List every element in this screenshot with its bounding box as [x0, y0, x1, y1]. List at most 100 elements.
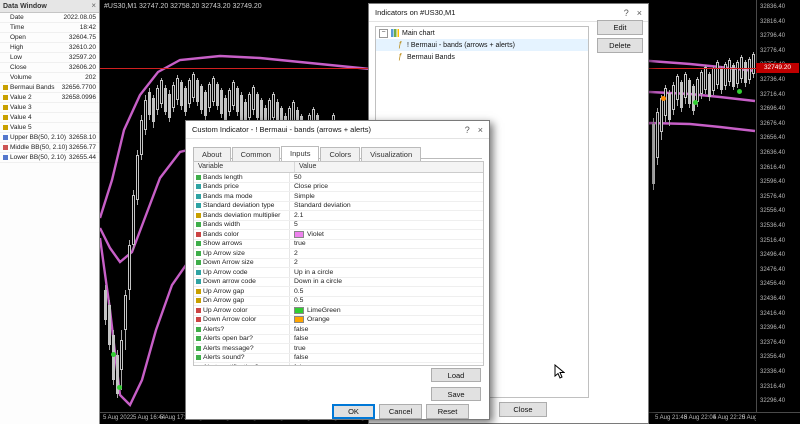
- inputs-table-row[interactable]: Bands ma modeSimple: [194, 192, 483, 202]
- value-cell[interactable]: false: [290, 363, 483, 366]
- variable-name: Alerts sound?: [203, 354, 245, 361]
- inputs-table-row[interactable]: Up Arrow size2: [194, 249, 483, 259]
- inputs-table-row[interactable]: Alerts?false: [194, 325, 483, 335]
- tab-inputs[interactable]: Inputs: [281, 146, 319, 162]
- indicator-color-icon: [3, 125, 8, 130]
- value-cell[interactable]: 2: [290, 249, 483, 258]
- price-axis-label: 32516.40: [760, 238, 785, 244]
- value-cell[interactable]: Simple: [290, 192, 483, 201]
- close-icon[interactable]: ×: [478, 125, 483, 135]
- data-window-row-value: 32658.0996: [62, 94, 96, 101]
- value-cell[interactable]: true: [290, 240, 483, 249]
- value-text: false: [294, 364, 308, 366]
- price-axis-label: 32456.40: [760, 281, 785, 287]
- data-window-row-label: Value 4: [10, 114, 96, 121]
- tab-colors[interactable]: Colors: [320, 147, 360, 161]
- tab-about[interactable]: About: [193, 147, 231, 161]
- value-cell[interactable]: Close price: [290, 183, 483, 192]
- price-axis-label: 32796.40: [760, 33, 785, 39]
- data-window-row: Value 4: [0, 113, 99, 123]
- custom-indicator-titlebar[interactable]: Custom Indicator - ! Bermaui - bands (ar…: [186, 121, 489, 139]
- load-button[interactable]: Load: [431, 368, 481, 382]
- price-axis[interactable]: 32836.4032816.4032796.4032776.4032756.40…: [756, 0, 800, 412]
- value-cell[interactable]: false: [290, 335, 483, 344]
- inputs-table-row[interactable]: Down arrow codeDown in a circle: [194, 278, 483, 288]
- value-cell[interactable]: Down in a circle: [290, 278, 483, 287]
- tree-node-indicator[interactable]: ƒBermaui Bands: [376, 51, 588, 63]
- inputs-table-row[interactable]: Alerts sound? false: [194, 354, 483, 364]
- value-cell[interactable]: LimeGreen: [290, 306, 483, 315]
- value-cell[interactable]: Violet: [290, 230, 483, 239]
- variable-type-icon: [196, 308, 201, 313]
- value-cell[interactable]: Up in a circle: [290, 268, 483, 277]
- candle-body: [212, 78, 215, 102]
- delete-button[interactable]: Delete: [597, 38, 643, 53]
- inputs-table-row[interactable]: Bands width 5: [194, 221, 483, 231]
- value-text: Down in a circle: [294, 278, 342, 285]
- value-cell[interactable]: 50: [290, 173, 483, 182]
- candle-body: [716, 62, 719, 85]
- inputs-table-row[interactable]: Show arrowstrue: [194, 240, 483, 250]
- arrow-marker: [737, 89, 742, 94]
- cancel-button[interactable]: Cancel: [379, 404, 422, 419]
- candle-body: [240, 95, 243, 120]
- value-cell[interactable]: Standard deviation: [290, 202, 483, 211]
- variable-name: Bands width: [203, 221, 240, 228]
- value-text: true: [294, 345, 306, 352]
- chart-icon: [391, 29, 399, 37]
- tree-expander-icon[interactable]: −: [379, 29, 388, 38]
- inputs-table-row[interactable]: Alerts open bar?false: [194, 335, 483, 345]
- data-window-row: Open32604.75: [0, 33, 99, 43]
- inputs-table-row[interactable]: Dn Arrow gap0.5: [194, 297, 483, 307]
- tab-common[interactable]: Common: [232, 147, 280, 161]
- inputs-table-row[interactable]: Down Arrow colorOrange: [194, 316, 483, 326]
- inputs-table-row[interactable]: Up Arrow gap0.5: [194, 287, 483, 297]
- value-cell[interactable]: 2: [290, 259, 483, 268]
- inputs-table-row[interactable]: Standard deviation typeStandard deviatio…: [194, 202, 483, 212]
- inputs-table-row[interactable]: Bands deviation multiplier2.1: [194, 211, 483, 221]
- custom-indicator-dialog[interactable]: Custom Indicator - ! Bermaui - bands (ar…: [185, 120, 490, 420]
- close-icon[interactable]: ×: [637, 8, 642, 18]
- edit-button[interactable]: Edit: [597, 20, 643, 35]
- inputs-table-row[interactable]: Bands length50: [194, 173, 483, 183]
- inputs-table-row[interactable]: Alerts message?true: [194, 344, 483, 354]
- value-cell[interactable]: Orange: [290, 316, 483, 325]
- help-icon[interactable]: ?: [465, 125, 470, 135]
- close-icon[interactable]: ×: [91, 2, 96, 10]
- inputs-table-row[interactable]: Bands priceClose price: [194, 183, 483, 193]
- inputs-table-row[interactable]: Alerts notification?false: [194, 363, 483, 366]
- value-cell[interactable]: false: [290, 354, 483, 363]
- tree-node-main-chart[interactable]: − Main chart: [376, 27, 588, 39]
- inputs-table-row[interactable]: Down Arrow size2: [194, 259, 483, 269]
- inputs-table-row[interactable]: Up Arrow codeUp in a circle: [194, 268, 483, 278]
- value-cell[interactable]: 2.1: [290, 211, 483, 220]
- candle-body: [224, 98, 227, 120]
- inputs-table[interactable]: Variable Value Bands length50Bands price…: [193, 161, 484, 366]
- variable-type-icon: [196, 175, 201, 180]
- data-window-row-value: 32604.75: [69, 34, 96, 41]
- tree-node-indicator[interactable]: ƒ! Bermaui - bands (arrows + alerts): [376, 39, 588, 51]
- data-window-row-label: Middle BB(50, 2.10): [10, 144, 69, 151]
- value-cell[interactable]: true: [290, 344, 483, 353]
- value-cell[interactable]: 5: [290, 221, 483, 230]
- value-text: Standard deviation: [294, 202, 351, 209]
- inputs-table-row[interactable]: Bands colorViolet: [194, 230, 483, 240]
- reset-button[interactable]: Reset: [426, 404, 469, 419]
- candle-body: [180, 82, 183, 106]
- inputs-table-rows: Bands length50Bands priceClose priceBand…: [194, 173, 483, 366]
- help-icon[interactable]: ?: [624, 8, 629, 18]
- ok-button[interactable]: OK: [332, 404, 375, 419]
- variable-cell: Up Arrow size: [194, 249, 290, 258]
- inputs-table-row[interactable]: Up Arrow colorLimeGreen: [194, 306, 483, 316]
- price-axis-label: 32776.40: [760, 48, 785, 54]
- mouse-cursor: [554, 364, 565, 379]
- save-button[interactable]: Save: [431, 387, 481, 401]
- value-cell[interactable]: 0.5: [290, 287, 483, 296]
- value-cell[interactable]: false: [290, 325, 483, 334]
- close-button[interactable]: Close: [499, 402, 547, 417]
- candle-body: [156, 88, 159, 110]
- value-cell[interactable]: 0.5: [290, 297, 483, 306]
- tab-visualization[interactable]: Visualization: [361, 147, 421, 161]
- dialog-tabs: AboutCommonInputsColorsVisualization: [193, 142, 482, 159]
- price-axis-label: 32336.40: [760, 369, 785, 375]
